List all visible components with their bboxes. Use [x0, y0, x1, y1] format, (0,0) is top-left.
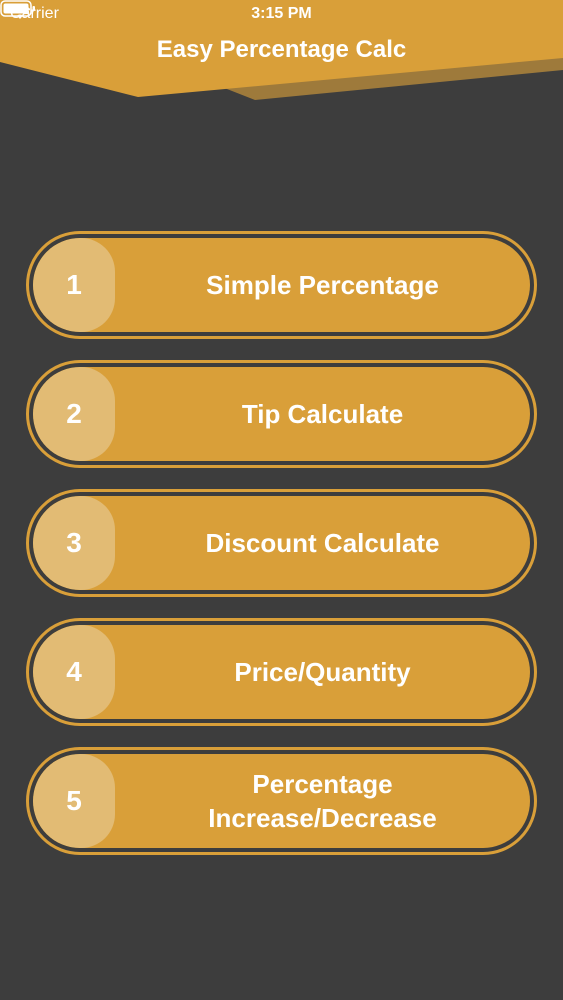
menu-button-price-quantity[interactable]: 4 Price/Quantity	[26, 618, 537, 726]
menu-label: Price/Quantity	[234, 657, 411, 687]
menu-button-body: 1 Simple Percentage	[33, 238, 530, 332]
menu-label: Percentage Increase/Decrease	[208, 769, 437, 833]
header: Carrier 3:15 PM Easy Percentage Calc	[0, 0, 563, 110]
menu-number: 1	[33, 238, 115, 332]
menu-list: 1 Simple Percentage 2 Tip Calculate 3 Di…	[26, 231, 537, 876]
menu-number: 3	[33, 496, 115, 590]
battery-icon	[0, 0, 35, 17]
menu-button-tip-calculate[interactable]: 2 Tip Calculate	[26, 360, 537, 468]
status-time: 3:15 PM	[251, 5, 312, 22]
menu-label: Simple Percentage	[206, 270, 439, 300]
status-bar: Carrier 3:15 PM	[0, 0, 563, 30]
menu-number: 2	[33, 367, 115, 461]
app-title: Easy Percentage Calc	[156, 36, 407, 63]
menu-number: 4	[33, 625, 115, 719]
menu-button-discount-calculate[interactable]: 3 Discount Calculate	[26, 489, 537, 597]
menu-number: 5	[33, 754, 115, 848]
menu-button-simple-percentage[interactable]: 1 Simple Percentage	[26, 231, 537, 339]
menu-button-percentage-increase-decrease[interactable]: 5 Percentage Increase/Decrease	[26, 747, 537, 855]
menu-button-body: 3 Discount Calculate	[33, 496, 530, 590]
menu-label: Discount Calculate	[205, 528, 440, 558]
menu-label: Tip Calculate	[241, 399, 404, 429]
menu-button-body: 5 Percentage Increase/Decrease	[33, 754, 530, 848]
menu-button-body: 2 Tip Calculate	[33, 367, 530, 461]
menu-button-body: 4 Price/Quantity	[33, 625, 530, 719]
